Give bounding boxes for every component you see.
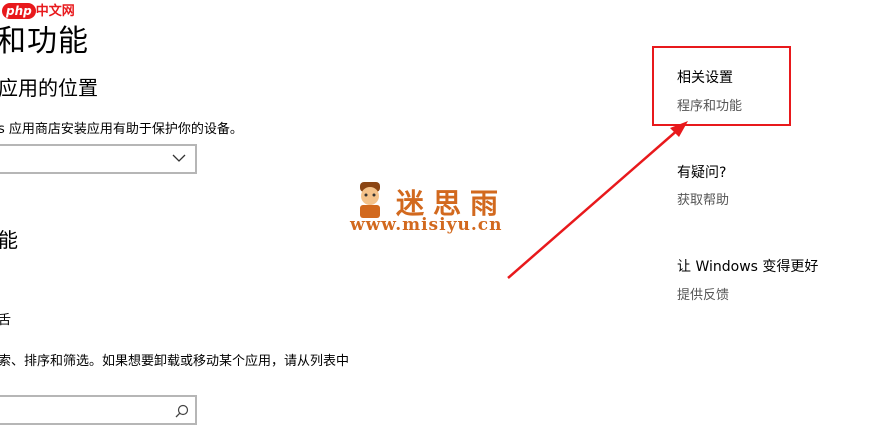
site-url-watermark: www.misiyu.cn bbox=[350, 215, 503, 235]
